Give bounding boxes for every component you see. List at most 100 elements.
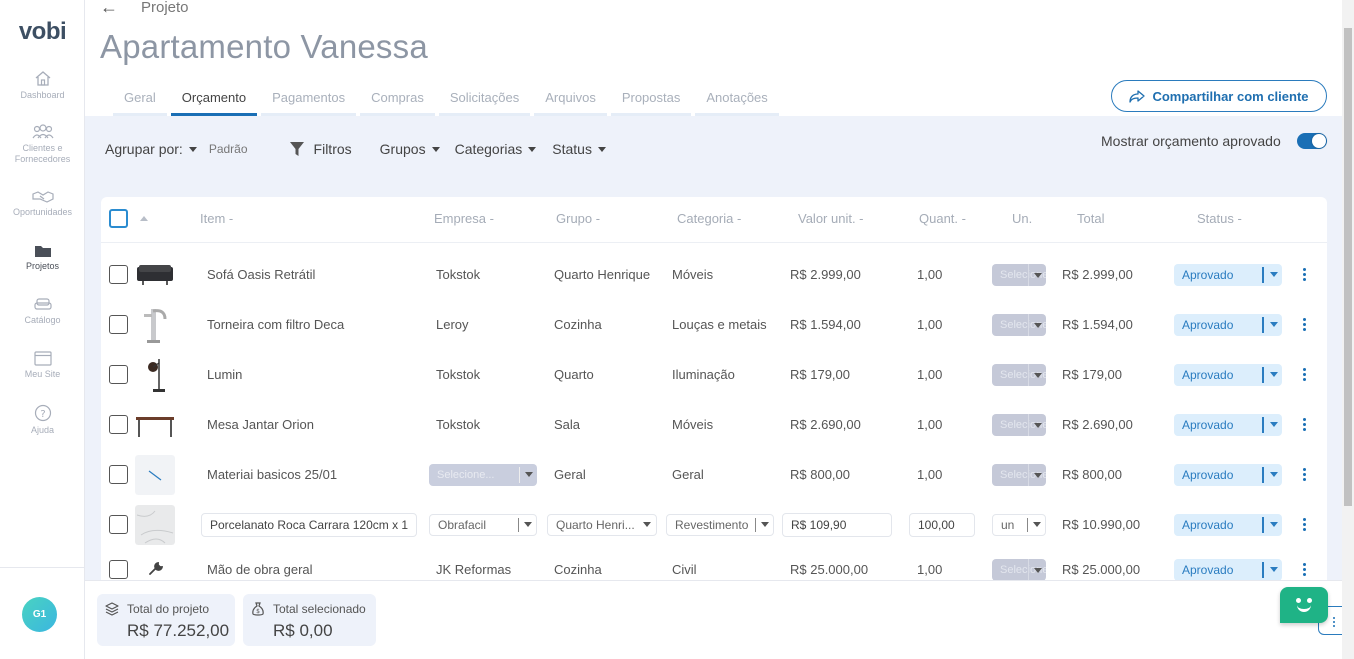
- approved-toggle[interactable]: [1297, 133, 1327, 149]
- more-options-icon[interactable]: [1303, 268, 1307, 282]
- column-header-grupo[interactable]: Grupo -: [556, 211, 600, 226]
- back-arrow-icon[interactable]: ←: [100, 0, 118, 16]
- tab-geral[interactable]: Geral: [113, 88, 167, 116]
- breadcrumb[interactable]: Projeto: [141, 0, 189, 16]
- row-checkbox[interactable]: [109, 415, 128, 434]
- tab-compras[interactable]: Compras: [360, 88, 435, 116]
- empresa[interactable]: JK Reformas: [436, 562, 511, 577]
- quantidade[interactable]: 1,00: [917, 267, 942, 282]
- categoria[interactable]: Iluminação: [672, 367, 735, 382]
- valor-unit[interactable]: R$ 179,00: [790, 367, 850, 382]
- quantidade[interactable]: 1,00: [917, 467, 942, 482]
- sidebar-item-ajuda[interactable]: ? Ajuda: [0, 404, 85, 436]
- grupo[interactable]: Cozinha: [554, 562, 602, 577]
- share-with-client-button[interactable]: Compartilhar com cliente: [1111, 80, 1327, 112]
- column-header-categoria[interactable]: Categoria -: [677, 211, 741, 226]
- quantidade-input[interactable]: 100,00: [909, 513, 975, 537]
- quantidade[interactable]: 1,00: [917, 562, 942, 577]
- categoria[interactable]: Louças e metais: [672, 317, 767, 332]
- unit-select[interactable]: Selecione...: [992, 264, 1046, 286]
- more-options-icon[interactable]: [1303, 368, 1307, 382]
- unit-select[interactable]: Selecione...: [992, 414, 1046, 436]
- more-options-icon[interactable]: [1303, 468, 1307, 482]
- item-name[interactable]: Sofá Oasis Retrátil: [207, 267, 315, 282]
- status-select[interactable]: Aprovado: [1174, 264, 1282, 286]
- table-row[interactable]: Materiai basicos 25/01 Selecione... Gera…: [101, 450, 1327, 500]
- row-checkbox[interactable]: [109, 515, 128, 534]
- table-row[interactable]: Sofá Oasis Retrátil Tokstok Quarto Henri…: [101, 250, 1327, 300]
- categoria-select[interactable]: Revestimento: [666, 514, 774, 536]
- grupo[interactable]: Quarto Henrique: [554, 267, 650, 282]
- valor-unit[interactable]: R$ 25.000,00: [790, 562, 868, 577]
- scrollbar-thumb[interactable]: [1344, 28, 1352, 506]
- table-row[interactable]: Torneira com filtro Deca Leroy Cozinha L…: [101, 300, 1327, 350]
- grupo[interactable]: Cozinha: [554, 317, 602, 332]
- categoria[interactable]: Móveis: [672, 417, 713, 432]
- table-row[interactable]: Porcelanato Roca Carrara 120cm x 1 Obraf…: [101, 500, 1327, 550]
- column-header-status[interactable]: Status -: [1197, 211, 1242, 226]
- status-select[interactable]: Aprovado: [1174, 559, 1282, 580]
- page-scrollbar[interactable]: [1342, 0, 1354, 659]
- grupo[interactable]: Sala: [554, 417, 580, 432]
- tab-pagamentos[interactable]: Pagamentos: [261, 88, 357, 116]
- unit-select[interactable]: un: [992, 514, 1046, 536]
- more-options-icon[interactable]: [1303, 518, 1307, 532]
- avatar[interactable]: G1: [22, 597, 57, 632]
- sort-up-icon[interactable]: [140, 216, 148, 221]
- table-row[interactable]: Mão de obra geral JK Reformas Cozinha Ci…: [101, 550, 1327, 580]
- more-options-icon[interactable]: [1303, 418, 1307, 432]
- empresa-select[interactable]: Obrafacil: [429, 514, 537, 536]
- row-checkbox[interactable]: [109, 365, 128, 384]
- row-checkbox[interactable]: [109, 315, 128, 334]
- valor-unit[interactable]: R$ 800,00: [790, 467, 850, 482]
- status-select[interactable]: Aprovado: [1174, 514, 1282, 536]
- status-select[interactable]: Aprovado: [1174, 364, 1282, 386]
- quantidade[interactable]: 1,00: [917, 317, 942, 332]
- item-name[interactable]: Materiai basicos 25/01: [207, 467, 337, 482]
- chat-support-button[interactable]: [1280, 587, 1328, 623]
- tab-orcamento[interactable]: Orçamento: [170, 88, 258, 116]
- table-row[interactable]: Lumin Tokstok Quarto Iluminação R$ 179,0…: [101, 350, 1327, 400]
- sidebar-item-meu-site[interactable]: Meu Site: [0, 351, 85, 380]
- status-select[interactable]: Aprovado: [1174, 464, 1282, 486]
- empresa[interactable]: Tokstok: [436, 417, 480, 432]
- tab-anotacoes[interactable]: Anotações: [695, 88, 779, 116]
- filters-button[interactable]: Filtros: [289, 141, 352, 157]
- empresa[interactable]: Tokstok: [436, 267, 480, 282]
- empresa[interactable]: Leroy: [436, 317, 469, 332]
- vobi-logo[interactable]: vobi: [0, 18, 85, 46]
- grupo-select[interactable]: Quarto Henri...: [547, 514, 657, 536]
- table-row[interactable]: Mesa Jantar Orion Tokstok Sala Móveis R$…: [101, 400, 1327, 450]
- status-select[interactable]: Aprovado: [1174, 314, 1282, 336]
- sidebar-item-dashboard[interactable]: Dashboard: [0, 70, 85, 101]
- empresa[interactable]: Tokstok: [436, 367, 480, 382]
- unit-select[interactable]: Selecione...: [992, 464, 1046, 486]
- column-header-valor[interactable]: Valor unit. -: [798, 211, 864, 226]
- more-options-icon[interactable]: [1303, 318, 1307, 332]
- sidebar-item-projetos[interactable]: Projetos: [0, 244, 85, 272]
- valor-unit-input[interactable]: R$ 109,90: [782, 513, 892, 537]
- unit-select[interactable]: Selecione...: [992, 314, 1046, 336]
- unit-select[interactable]: Selecione...: [992, 559, 1046, 580]
- item-name[interactable]: Lumin: [207, 367, 242, 382]
- categoria[interactable]: Civil: [672, 562, 697, 577]
- valor-unit[interactable]: R$ 2.690,00: [790, 417, 861, 432]
- valor-unit[interactable]: R$ 1.594,00: [790, 317, 861, 332]
- item-name-input[interactable]: Porcelanato Roca Carrara 120cm x 1: [201, 513, 417, 537]
- tab-propostas[interactable]: Propostas: [610, 88, 692, 116]
- row-checkbox[interactable]: [109, 560, 128, 579]
- group-by-value[interactable]: Padrão: [209, 142, 248, 156]
- tab-arquivos[interactable]: Arquivos: [534, 88, 607, 116]
- sidebar-item-clientes[interactable]: Clientes e Fornecedores: [0, 124, 85, 165]
- categoria[interactable]: Geral: [672, 467, 704, 482]
- quantidade[interactable]: 1,00: [917, 367, 942, 382]
- grupo[interactable]: Geral: [554, 467, 586, 482]
- row-checkbox[interactable]: [109, 465, 128, 484]
- select-all-checkbox[interactable]: [109, 209, 128, 228]
- sidebar-item-catalogo[interactable]: Catálogo: [0, 297, 85, 326]
- item-name[interactable]: Torneira com filtro Deca: [207, 317, 344, 332]
- categories-dropdown[interactable]: Categorias: [455, 141, 537, 157]
- status-dropdown[interactable]: Status: [552, 141, 606, 157]
- tab-solicitacoes[interactable]: Solicitações: [438, 88, 531, 116]
- groups-dropdown[interactable]: Grupos: [380, 141, 440, 157]
